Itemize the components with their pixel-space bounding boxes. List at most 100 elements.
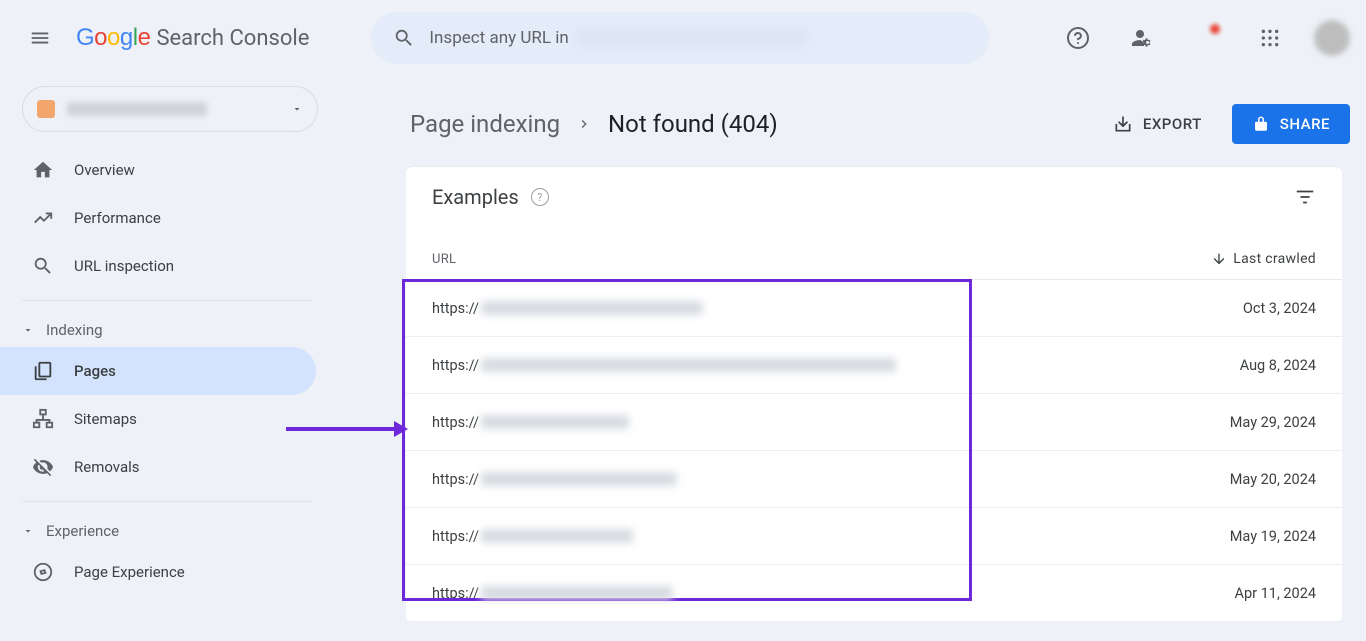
last-crawled-date: Aug 8, 2024 (1196, 357, 1316, 374)
table-row[interactable]: https:// May 29, 2024 (406, 394, 1342, 451)
breadcrumb-parent[interactable]: Page indexing (410, 110, 560, 138)
table-row[interactable]: https:// May 19, 2024 (406, 508, 1342, 565)
nav-pages[interactable]: Pages (0, 347, 316, 395)
url-prefix: https:// (432, 471, 479, 488)
chevron-down-icon (291, 103, 303, 115)
url-prefix: https:// (432, 528, 479, 545)
last-crawled-date: Apr 11, 2024 (1196, 585, 1316, 602)
last-crawled-date: May 29, 2024 (1196, 414, 1316, 431)
examples-table: URL Last crawled https://Oct 3, 2024http… (406, 239, 1342, 622)
url-cell: https:// (432, 528, 1196, 545)
url-cell: https:// (432, 471, 1196, 488)
url-prefix: https:// (432, 300, 479, 317)
table-row[interactable]: https:// May 20, 2024 (406, 451, 1342, 508)
help-tooltip-button[interactable]: ? (531, 188, 549, 206)
filter-button[interactable] (1294, 186, 1316, 208)
product-name: Search Console (156, 26, 309, 51)
url-cell: https:// (432, 585, 1196, 602)
last-crawled-date: May 19, 2024 (1196, 528, 1316, 545)
help-button[interactable] (1058, 18, 1098, 58)
account-avatar[interactable] (1314, 20, 1350, 56)
person-gear-icon (1130, 26, 1154, 50)
redacted-property-name (67, 102, 207, 116)
nav-performance[interactable]: Performance (0, 194, 406, 242)
main-content: Page indexing Not found (404) EXPORT SHA… (406, 76, 1366, 641)
chevron-down-icon (22, 324, 34, 336)
url-cell: https:// (432, 300, 1196, 317)
apps-grid-icon (1260, 28, 1280, 48)
google-wordmark: Google (76, 24, 150, 52)
notifications-button[interactable] (1186, 18, 1226, 58)
table-row[interactable]: https:// Oct 3, 2024 (406, 280, 1342, 337)
property-selector[interactable] (22, 86, 318, 132)
last-crawled-date: May 20, 2024 (1196, 471, 1316, 488)
section-label: Experience (46, 522, 119, 540)
nav-label: Overview (74, 161, 135, 179)
apps-button[interactable] (1250, 18, 1290, 58)
property-favicon (37, 100, 55, 118)
search-icon (393, 27, 415, 49)
trending-icon (32, 207, 54, 229)
redacted-url-path (481, 301, 703, 315)
chevron-down-icon (22, 525, 34, 537)
table-row[interactable]: https:// Aug 8, 2024 (406, 337, 1342, 394)
eye-off-icon (32, 456, 54, 478)
share-button[interactable]: SHARE (1232, 104, 1350, 144)
hamburger-icon (29, 27, 51, 49)
nav-sitemaps[interactable]: Sitemaps (0, 395, 406, 443)
hamburger-menu-button[interactable] (16, 14, 64, 62)
divider (22, 300, 312, 301)
divider (22, 501, 312, 502)
card-title: Examples (432, 185, 519, 209)
chevron-right-icon (576, 116, 592, 132)
nav-label: Pages (74, 362, 116, 380)
nav-label: Sitemaps (74, 410, 137, 428)
url-prefix: https:// (432, 585, 479, 602)
section-label: Indexing (46, 321, 103, 339)
manage-users-button[interactable] (1122, 18, 1162, 58)
home-icon (32, 159, 54, 181)
nav-label: Performance (74, 209, 161, 227)
nav-page-experience[interactable]: Page Experience (0, 548, 406, 596)
search-placeholder: Inspect any URL in (429, 28, 981, 48)
redacted-url-path (481, 586, 673, 600)
help-icon (1066, 26, 1090, 50)
redacted-url-path (481, 358, 896, 372)
download-icon (1113, 114, 1133, 134)
nav-label: URL inspection (74, 257, 174, 275)
url-inspect-search[interactable]: Inspect any URL in (371, 12, 989, 64)
redacted-url-path (481, 529, 633, 543)
nav-label: Page Experience (74, 563, 185, 581)
lock-icon (1252, 115, 1270, 133)
redacted-domain (577, 29, 807, 47)
nav-url-inspection[interactable]: URL inspection (0, 242, 406, 290)
column-last-crawled[interactable]: Last crawled (1211, 251, 1316, 267)
column-url[interactable]: URL (432, 252, 1211, 267)
redacted-url-path (481, 472, 677, 486)
section-indexing[interactable]: Indexing (0, 305, 406, 347)
nav-overview[interactable]: Overview (0, 146, 406, 194)
nav-removals[interactable]: Removals (0, 443, 406, 491)
breadcrumb-current: Not found (404) (608, 110, 778, 138)
table-body: https://Oct 3, 2024https://Aug 8, 2024ht… (406, 280, 1342, 622)
last-crawled-date: Oct 3, 2024 (1196, 300, 1316, 317)
app-header: Google Search Console Inspect any URL in (0, 0, 1366, 76)
compass-icon (32, 561, 54, 583)
header-actions (1058, 18, 1350, 58)
product-logo[interactable]: Google Search Console (76, 24, 309, 52)
arrow-down-icon (1211, 251, 1227, 267)
url-prefix: https:// (432, 357, 479, 374)
nav-label: Removals (74, 458, 140, 476)
notification-badge-icon (1194, 26, 1218, 50)
sitemap-icon (32, 408, 54, 430)
url-prefix: https:// (432, 414, 479, 431)
table-row[interactable]: https:// Apr 11, 2024 (406, 565, 1342, 622)
sidebar: Overview Performance URL inspection Inde… (0, 76, 406, 641)
redacted-url-path (481, 415, 629, 429)
export-button[interactable]: EXPORT (1103, 106, 1212, 142)
section-experience[interactable]: Experience (0, 506, 406, 548)
search-icon (32, 255, 54, 277)
card-header: Examples ? (406, 167, 1342, 239)
pages-icon (32, 360, 54, 382)
table-header-row: URL Last crawled (406, 239, 1342, 280)
